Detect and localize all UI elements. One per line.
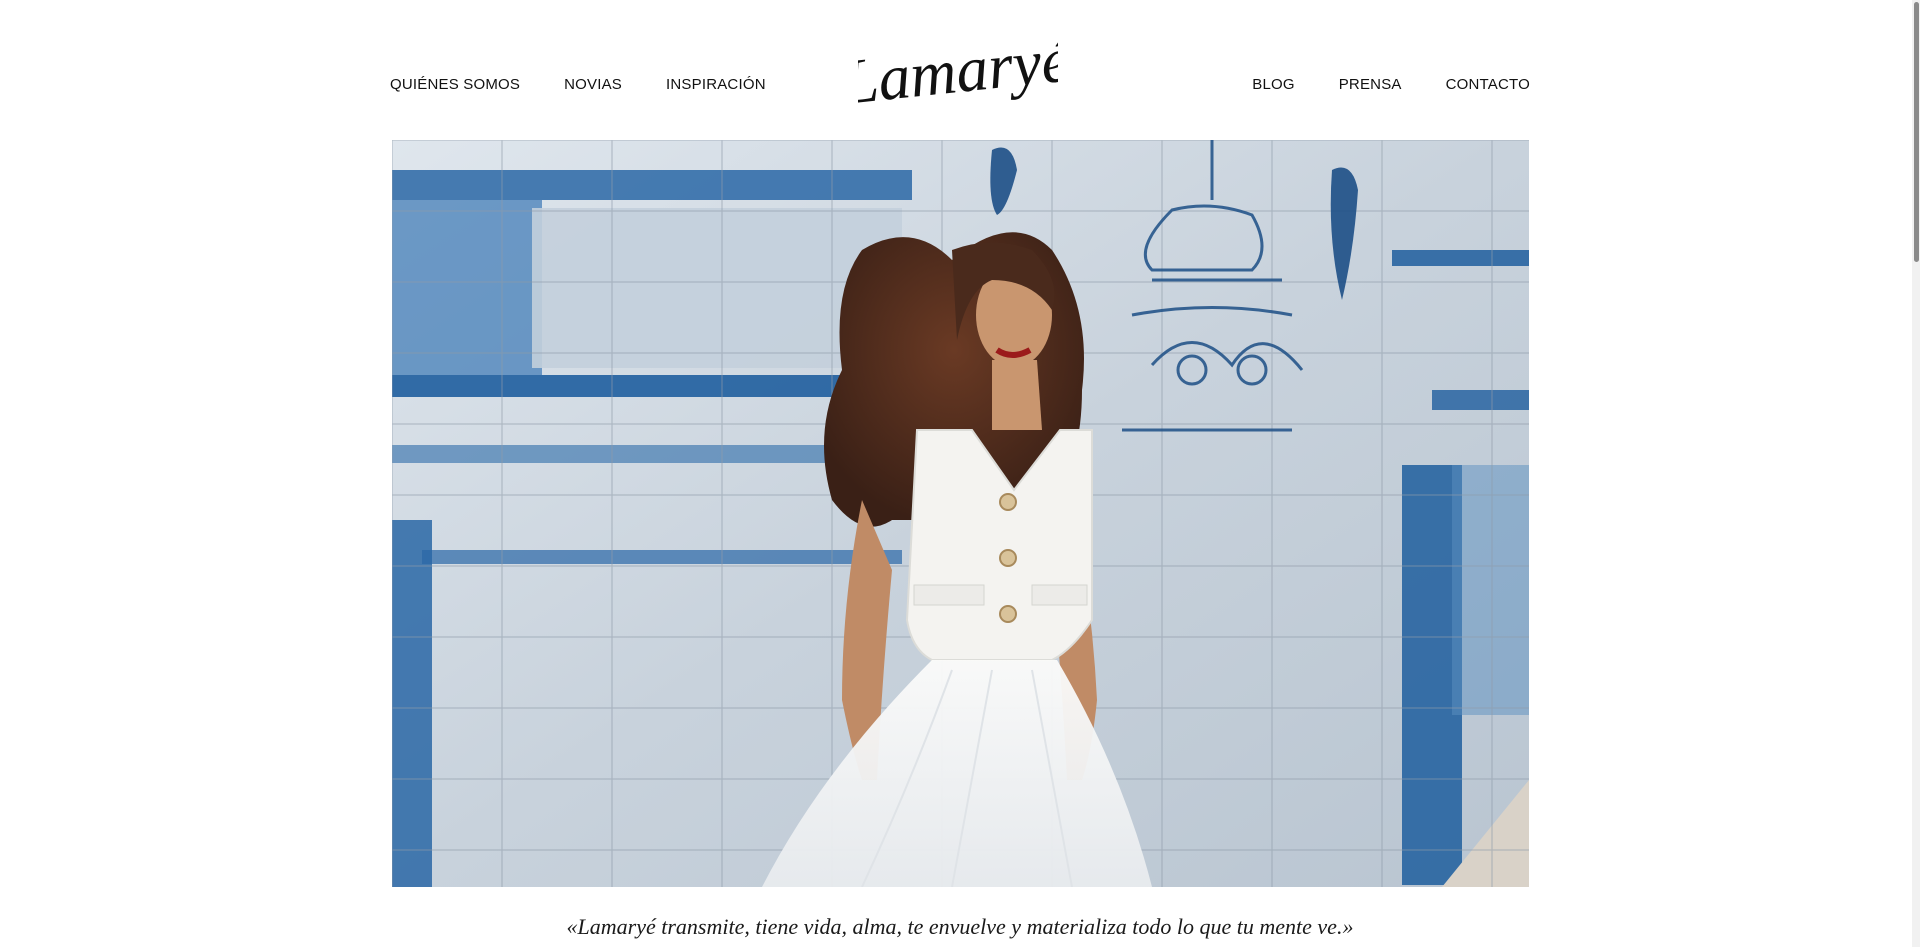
page-scrollbar[interactable] (1912, 0, 1920, 947)
nav-item-inspiracion[interactable]: INSPIRACIÓN (666, 76, 766, 93)
scrollbar-thumb[interactable] (1914, 2, 1919, 262)
nav-item-prensa[interactable]: PRENSA (1339, 76, 1402, 93)
nav-right: BLOG PRENSA CONTACTO (1252, 76, 1530, 93)
nav-item-novias[interactable]: NOVIAS (564, 76, 622, 93)
logo-script-icon: Lamaryé (838, 23, 1075, 118)
page: QUIÉNES SOMOS NOVIAS INSPIRACIÓN Lamaryé… (0, 0, 1920, 947)
nav-item-blog[interactable]: BLOG (1252, 76, 1294, 93)
testimonial-quote: «Lamaryé transmite, tiene vida, alma, te… (566, 914, 1354, 939)
hero-image (392, 140, 1529, 887)
logo[interactable]: Lamaryé (838, 23, 1075, 134)
nav-item-quienes-somos[interactable]: QUIÉNES SOMOS (390, 76, 520, 93)
svg-text:Lamaryé: Lamaryé (858, 30, 1058, 118)
nav-item-contacto[interactable]: CONTACTO (1446, 76, 1530, 93)
nav-left: QUIÉNES SOMOS NOVIAS INSPIRACIÓN (390, 76, 766, 93)
bride-photo (392, 140, 1529, 887)
